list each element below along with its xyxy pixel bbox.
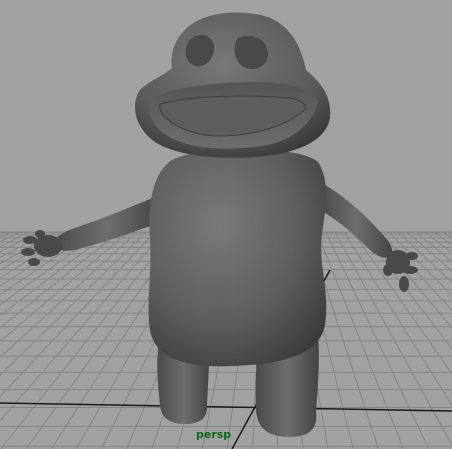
right-arm xyxy=(320,185,393,258)
torso xyxy=(148,148,327,367)
perspective-viewport[interactable]: persp xyxy=(0,0,452,449)
grid-axis-x xyxy=(0,402,452,412)
right-hand xyxy=(383,250,418,292)
camera-name-label: persp xyxy=(196,428,232,441)
viewport-canvas[interactable] xyxy=(0,0,452,449)
